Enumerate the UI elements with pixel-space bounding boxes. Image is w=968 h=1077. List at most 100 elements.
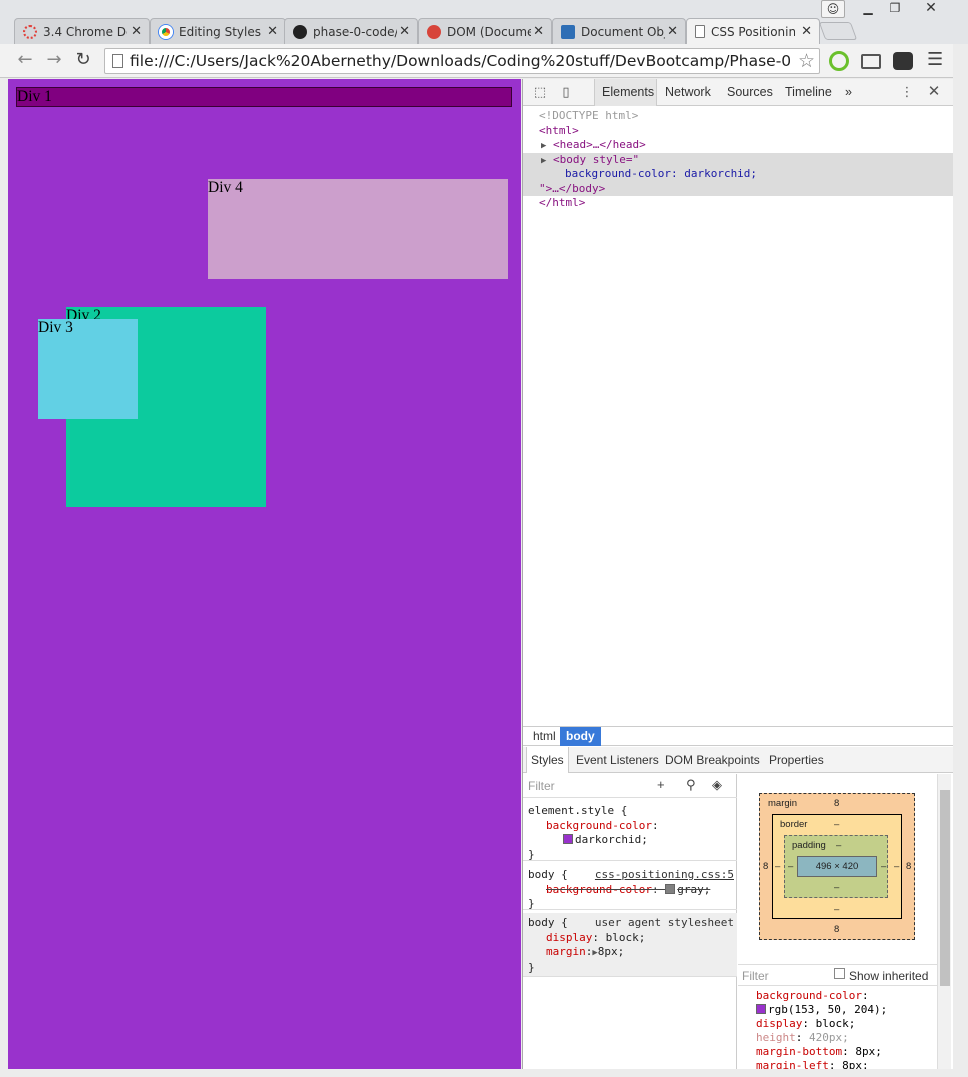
close-icon[interactable]: ✕ (667, 24, 678, 39)
tab-elements[interactable]: Elements (594, 79, 657, 106)
url-text[interactable]: file:///C:/Users/Jack%20Abernethy/Downlo… (130, 52, 790, 70)
rule-close: } (528, 897, 535, 910)
computed-property[interactable]: display: block; (738, 1017, 938, 1031)
close-window-icon[interactable]: ✕ (918, 0, 944, 18)
expand-triangle-icon[interactable]: ▶ (541, 156, 546, 166)
star-icon[interactable]: ☆ (798, 50, 815, 72)
tab-editing-styles[interactable]: Editing Styles A ✕ (150, 18, 286, 44)
border-right-value[interactable]: – (894, 861, 899, 872)
rule-property[interactable]: background-color: gray; (523, 883, 737, 898)
menu-icon[interactable]: ☰ (927, 50, 949, 72)
show-inherited-checkbox[interactable] (834, 968, 845, 979)
pin-icon[interactable]: ⚲ (686, 777, 696, 793)
cast-icon[interactable] (861, 54, 881, 69)
rule-property[interactable]: margin:▶8px; (523, 945, 737, 961)
border-top-value[interactable]: – (834, 819, 839, 830)
dom-head-node[interactable]: ▶ <head>…</head> (523, 138, 953, 153)
close-icon[interactable]: ✕ (267, 24, 278, 39)
tab-properties[interactable]: Properties (769, 747, 824, 773)
tab-document-object[interactable]: Document Obj ✕ (552, 18, 686, 44)
padding-top-value[interactable]: – (836, 840, 841, 851)
style-rule-element[interactable]: element.style { background-color: darkor… (523, 804, 737, 861)
tab-mdn-dom[interactable]: DOM (Docume ✕ (418, 18, 552, 44)
computed-filter[interactable]: Filter Show inherited (738, 964, 938, 986)
expand-triangle-icon[interactable]: ▶ (541, 141, 546, 151)
page-viewport: Div 1 Div 4 Div 2 Div 3 (8, 79, 521, 1069)
close-icon[interactable]: ✕ (399, 24, 410, 39)
computed-property[interactable]: height: 420px; (738, 1031, 938, 1045)
toggle-state-icon[interactable]: ◈ (712, 777, 722, 793)
close-icon[interactable]: ✕ (533, 24, 544, 39)
rule-property[interactable]: display: block; (523, 931, 737, 946)
maximize-icon[interactable]: ❐ (882, 0, 908, 18)
reload-icon[interactable]: ↻ (72, 51, 94, 71)
color-swatch[interactable] (563, 834, 573, 844)
breadcrumb-html[interactable]: html (527, 727, 562, 746)
window-edge (953, 44, 968, 1077)
padding-bottom-value[interactable]: – (834, 882, 839, 893)
dom-html-close[interactable]: </html> (523, 196, 953, 211)
tab-styles[interactable]: Styles (526, 747, 569, 773)
breadcrumb-body[interactable]: body (560, 727, 601, 746)
rule-property[interactable]: background-color: (523, 819, 737, 834)
more-tabs-button[interactable]: » (845, 79, 852, 106)
computed-property[interactable]: margin-bottom: 8px; (738, 1045, 938, 1059)
show-inherited-label[interactable]: Show inherited (849, 969, 928, 983)
devtools-toolbar: ⬚ ▯ Elements Network Sources Timeline » … (523, 79, 953, 106)
dom-doctype[interactable]: <!DOCTYPE html> (523, 109, 953, 124)
computed-property[interactable]: background-color: (738, 989, 938, 1003)
back-arrow-icon[interactable]: ← (14, 51, 36, 71)
scrollbar-thumb[interactable] (940, 790, 950, 986)
margin-bottom-value[interactable]: 8 (834, 924, 839, 935)
close-icon[interactable]: ✕ (801, 24, 812, 39)
close-icon[interactable]: ✕ (131, 24, 142, 39)
mdn-icon (427, 24, 441, 39)
border-bottom-value[interactable]: – (834, 904, 839, 915)
computed-value[interactable]: rgb(153, 50, 204); (738, 1003, 938, 1017)
tab-dom-breakpoints[interactable]: DOM Breakpoints (665, 747, 760, 773)
tab-github[interactable]: phase-0-code/ ✕ (284, 18, 418, 44)
profile-icon[interactable]: ☺ (821, 0, 845, 18)
minimize-icon[interactable]: ▁ (855, 0, 881, 18)
box-model-content[interactable]: 496 × 420 (797, 856, 877, 877)
margin-top-value[interactable]: 8 (834, 798, 839, 809)
padding-right-value[interactable]: – (881, 861, 886, 872)
rule-source-link[interactable]: css-positioning.css:5 (595, 868, 734, 883)
div-3: Div 3 (38, 319, 138, 419)
tab-sources[interactable]: Sources (727, 79, 773, 106)
rule-value[interactable]: darkorchid; (523, 833, 737, 848)
forward-arrow-icon[interactable]: → (43, 51, 65, 71)
tab-network[interactable]: Network (665, 79, 711, 106)
filter-placeholder: Filter (528, 779, 555, 793)
kebab-menu-icon[interactable]: ⋮ (899, 84, 915, 100)
extension-eye-icon[interactable] (829, 51, 849, 71)
dom-body-close[interactable]: ">…</body> (523, 181, 953, 196)
tab-css-positioning[interactable]: CSS Positioning ✕ (686, 18, 820, 44)
border-left-value[interactable]: – (775, 861, 780, 872)
w3-icon (561, 24, 575, 39)
close-devtools-icon[interactable]: ✕ (926, 84, 942, 100)
color-swatch[interactable] (665, 883, 676, 894)
computed-scrollbar[interactable] (937, 774, 951, 1069)
add-rule-icon[interactable]: + (657, 777, 665, 792)
pocket-icon[interactable] (893, 52, 913, 70)
margin-left-value[interactable]: 8 (763, 861, 768, 872)
inspect-element-icon[interactable]: ⬚ (532, 84, 548, 100)
style-rule-body-css[interactable]: body { css-positioning.css:5 background-… (523, 868, 737, 910)
computed-property[interactable]: margin-left: 8px; (738, 1059, 938, 1069)
new-tab-button[interactable] (818, 22, 858, 40)
padding-left-value[interactable]: – (788, 861, 793, 872)
dom-body-node[interactable]: ▶ <body style=" (523, 152, 953, 167)
styles-filter[interactable]: Filter + ⚲ ◈ (523, 774, 737, 798)
style-rule-user-agent[interactable]: body { user agent stylesheet display: bl… (523, 913, 737, 977)
tab-strip: 3.4 Chrome De ✕ Editing Styles A ✕ phase… (0, 0, 968, 44)
color-swatch[interactable] (756, 1004, 766, 1014)
device-mode-icon[interactable]: ▯ (558, 84, 574, 100)
tab-timeline[interactable]: Timeline (785, 79, 832, 106)
dom-html-open[interactable]: <html> (523, 124, 953, 139)
dom-body-style[interactable]: background-color: darkorchid; (523, 167, 953, 182)
margin-right-value[interactable]: 8 (906, 861, 911, 872)
tab-event-listeners[interactable]: Event Listeners (576, 747, 659, 773)
tab-chrome-devtools[interactable]: 3.4 Chrome De ✕ (14, 18, 150, 44)
address-bar[interactable]: file:///C:/Users/Jack%20Abernethy/Downlo… (104, 48, 820, 74)
